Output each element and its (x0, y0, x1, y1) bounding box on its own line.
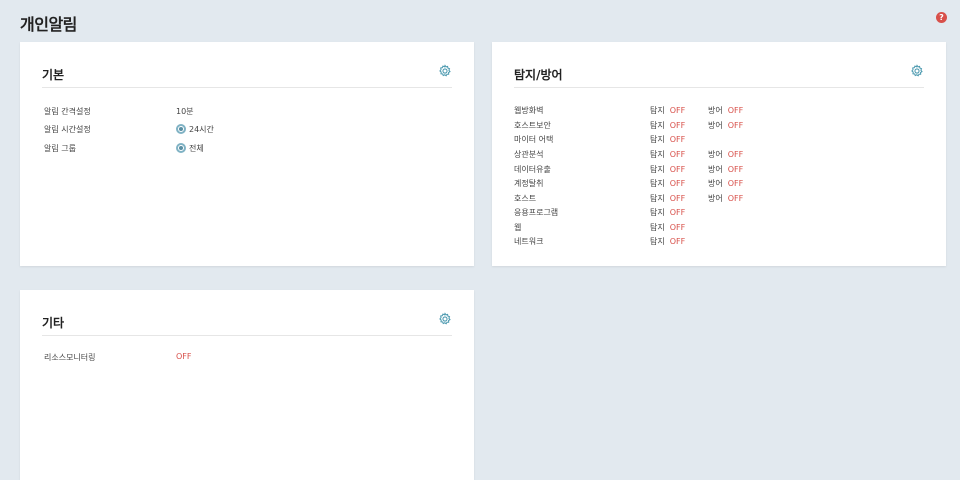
group-value: 전체 (189, 144, 204, 153)
defense-status: 방어 OFF (708, 194, 744, 203)
detect-status: 탐지 OFF (650, 208, 686, 217)
detection-name: 상관분석 (514, 150, 544, 159)
detect-status: 탐지 OFF (650, 150, 686, 159)
time-label: 알림 시간설정 (44, 125, 91, 134)
interval-label: 알림 간격설정 (44, 107, 91, 116)
group-label: 알림 그룹 (44, 144, 76, 153)
card-header: 기타 (42, 290, 452, 336)
detection-row: 마이터 어택 탐지 OFF (514, 134, 934, 146)
detect-status: 탐지 OFF (650, 135, 686, 144)
card-detection: 탐지/방어 웹방화벽 탐지 OFF 방어 OFF 호스트보안 탐지 OFF 방어 OFF… (492, 42, 946, 266)
detect-status: 탐지 OFF (650, 194, 686, 203)
detection-name: 응용프로그램 (514, 208, 559, 217)
card-title: 탐지/방어 (514, 68, 563, 82)
detection-row: 웹방화벽 탐지 OFF 방어 OFF (514, 105, 934, 117)
card-header: 탐지/방어 (514, 42, 924, 88)
interval-row: 알림 간격설정 10분 (44, 106, 344, 118)
detection-row: 데이터유출 탐지 OFF 방어 OFF (514, 164, 934, 176)
detection-name: 마이터 어택 (514, 135, 554, 144)
detect-status: 탐지 OFF (650, 106, 686, 115)
defense-status: 방어 OFF (708, 150, 744, 159)
detect-status: 탐지 OFF (650, 223, 686, 232)
gear-icon[interactable] (910, 64, 924, 78)
detection-name: 호스트보안 (514, 121, 551, 130)
detection-row: 호스트보안 탐지 OFF 방어 OFF (514, 120, 934, 132)
detect-status: 탐지 OFF (650, 121, 686, 130)
card-header: 기본 (42, 42, 452, 88)
detection-row: 호스트 탐지 OFF 방어 OFF (514, 193, 934, 205)
detection-row: 응용프로그램 탐지 OFF (514, 207, 934, 219)
time-row: 알림 시간설정 24시간 (44, 123, 344, 136)
detection-row: 계정탈취 탐지 OFF 방어 OFF (514, 178, 934, 190)
gear-icon[interactable] (438, 312, 452, 326)
card-basic: 기본 알림 간격설정 10분 알림 시간설정 24시간 알림 그룹 전체 (20, 42, 474, 266)
detection-row: 웹 탐지 OFF (514, 222, 934, 234)
card-title: 기본 (42, 68, 65, 82)
defense-status: 방어 OFF (708, 121, 744, 130)
radio-icon[interactable] (176, 123, 186, 134)
card-title: 기타 (42, 316, 65, 330)
detection-name: 데이터유출 (514, 165, 551, 174)
time-value: 24시간 (189, 125, 214, 134)
detection-name: 계정탈취 (514, 179, 544, 188)
radio-icon[interactable] (176, 142, 186, 153)
interval-value: 10분 (176, 107, 194, 116)
detection-name: 웹방화벽 (514, 106, 544, 115)
detection-row: 네트워크 탐지 OFF (514, 236, 934, 248)
detect-status: 탐지 OFF (650, 165, 686, 174)
detection-name: 네트워크 (514, 237, 544, 246)
page-title: 개인알림 (20, 15, 77, 34)
resource-monitoring-row: 리소스모니터링 OFF (44, 352, 344, 364)
detect-status: 탐지 OFF (650, 179, 686, 188)
detection-name: 호스트 (514, 194, 537, 203)
group-value-wrap[interactable]: 전체 (176, 142, 204, 154)
resource-monitoring-value: OFF (176, 352, 192, 361)
help-icon[interactable]: ? (936, 12, 947, 23)
card-etc: 기타 리소스모니터링 OFF (20, 290, 474, 480)
detection-row: 상관분석 탐지 OFF 방어 OFF (514, 149, 934, 161)
defense-status: 방어 OFF (708, 165, 744, 174)
detect-status: 탐지 OFF (650, 237, 686, 246)
defense-status: 방어 OFF (708, 179, 744, 188)
time-value-wrap[interactable]: 24시간 (176, 123, 214, 135)
gear-icon[interactable] (438, 64, 452, 78)
resource-monitoring-label: 리소스모니터링 (44, 353, 96, 362)
defense-status: 방어 OFF (708, 106, 744, 115)
group-row: 알림 그룹 전체 (44, 142, 344, 155)
detection-name: 웹 (514, 223, 522, 232)
